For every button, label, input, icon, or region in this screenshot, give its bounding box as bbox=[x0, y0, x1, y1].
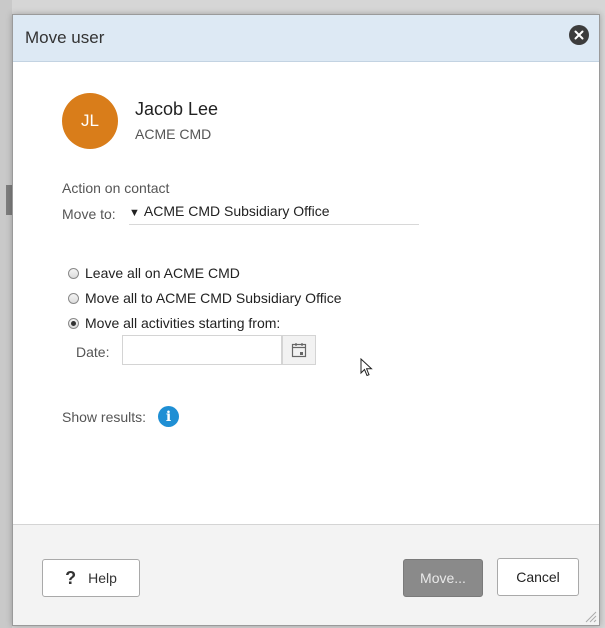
user-name: Jacob Lee bbox=[135, 99, 219, 119]
action-on-contact-label: Action on contact bbox=[62, 180, 170, 196]
move-user-dialog: Move user JL Jacob Lee ACME CMD Action o… bbox=[12, 14, 600, 626]
dialog-titlebar: Move user bbox=[13, 15, 599, 62]
radio-button[interactable] bbox=[68, 267, 79, 279]
cancel-button-label: Cancel bbox=[516, 569, 560, 585]
avatar-initials: JL bbox=[81, 111, 99, 130]
radio-button[interactable] bbox=[68, 292, 79, 304]
cancel-button[interactable]: Cancel bbox=[497, 558, 579, 596]
show-results-label: Show results: bbox=[62, 409, 147, 425]
move-to-dropdown[interactable]: ▼ ACME CMD Subsidiary Office bbox=[129, 203, 419, 225]
info-icon[interactable]: i bbox=[158, 406, 179, 427]
mouse-cursor-icon bbox=[360, 358, 373, 377]
move-button[interactable]: Move... bbox=[403, 559, 483, 597]
move-button-label: Move... bbox=[420, 570, 466, 586]
option-move-activities-from[interactable]: Move all activities starting from: bbox=[68, 315, 280, 331]
option-label: Leave all on ACME CMD bbox=[85, 265, 240, 281]
move-to-label: Move to: bbox=[62, 206, 116, 222]
help-button-label: Help bbox=[88, 570, 117, 586]
resize-grip-icon[interactable] bbox=[583, 609, 597, 623]
user-company: ACME CMD bbox=[135, 126, 212, 142]
date-picker-button[interactable] bbox=[282, 335, 316, 365]
move-to-selected-value: ACME CMD Subsidiary Office bbox=[143, 203, 330, 219]
date-label: Date: bbox=[76, 344, 110, 360]
option-move-all[interactable]: Move all to ACME CMD Subsidiary Office bbox=[68, 290, 342, 306]
dialog-title: Move user bbox=[25, 28, 105, 47]
close-icon bbox=[574, 30, 584, 40]
option-leave-all[interactable]: Leave all on ACME CMD bbox=[68, 265, 240, 281]
dropdown-arrow-icon: ▼ bbox=[129, 207, 140, 219]
close-button[interactable] bbox=[569, 25, 589, 45]
dialog-footer: ? Help Move... Cancel bbox=[13, 524, 599, 625]
help-button[interactable]: ? Help bbox=[42, 559, 140, 597]
background-window-edge bbox=[0, 0, 12, 628]
radio-button-selected[interactable] bbox=[68, 317, 79, 329]
option-label: Move all to ACME CMD Subsidiary Office bbox=[85, 290, 342, 306]
calendar-icon bbox=[291, 343, 307, 358]
date-input[interactable] bbox=[122, 335, 282, 365]
option-label: Move all activities starting from: bbox=[85, 315, 281, 331]
question-mark-icon: ? bbox=[65, 567, 77, 588]
avatar: JL bbox=[62, 93, 118, 149]
